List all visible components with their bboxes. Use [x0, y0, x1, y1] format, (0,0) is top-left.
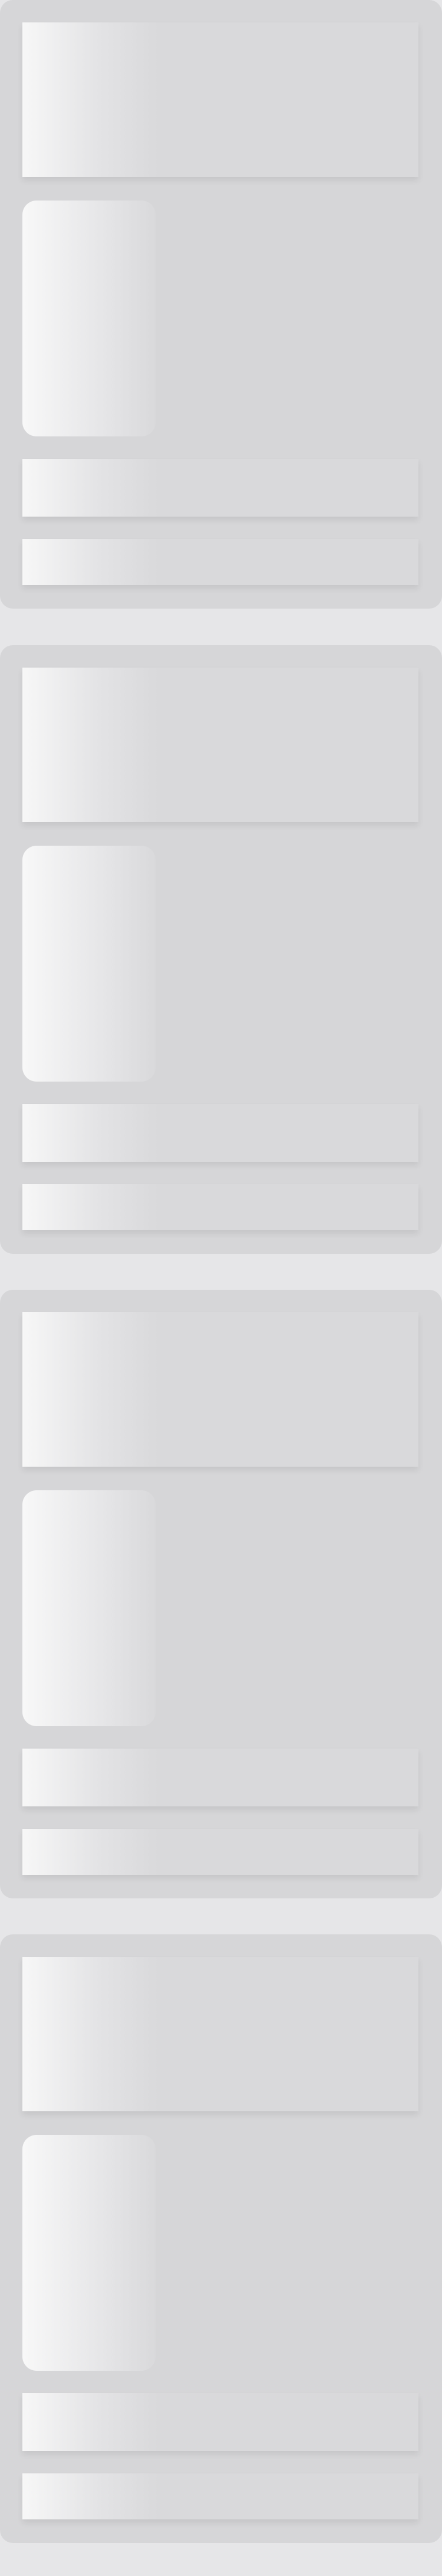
- skeleton-image-placeholder: [22, 201, 156, 436]
- skeleton-card: [0, 0, 442, 609]
- skeleton-image-placeholder: [22, 846, 156, 1082]
- skeleton-banner-placeholder: [22, 668, 418, 822]
- skeleton-banner-placeholder: [22, 1312, 418, 1467]
- skeleton-card: [0, 1934, 442, 2543]
- skeleton-title-line: [22, 2393, 418, 2451]
- skeleton-subtitle-line: [22, 2473, 418, 2519]
- skeleton-banner-placeholder: [22, 1957, 418, 2111]
- skeleton-card: [0, 645, 442, 1254]
- skeleton-subtitle-line: [22, 539, 418, 585]
- skeleton-subtitle-line: [22, 1184, 418, 1230]
- skeleton-title-line: [22, 1104, 418, 1162]
- skeleton-title-line: [22, 459, 418, 517]
- skeleton-subtitle-line: [22, 1829, 418, 1875]
- skeleton-feed: [0, 0, 442, 2576]
- skeleton-banner-placeholder: [22, 22, 418, 177]
- skeleton-title-line: [22, 1749, 418, 1806]
- skeleton-image-placeholder: [22, 2135, 156, 2371]
- skeleton-card: [0, 1290, 442, 1898]
- skeleton-image-placeholder: [22, 1490, 156, 1726]
